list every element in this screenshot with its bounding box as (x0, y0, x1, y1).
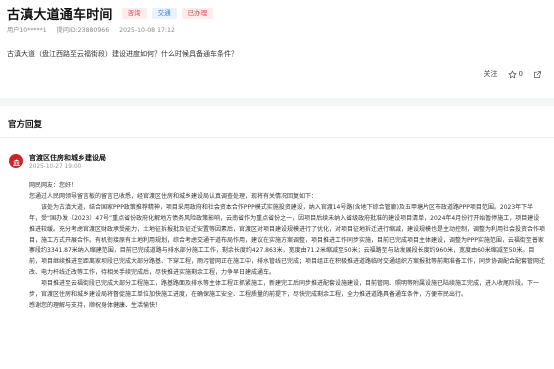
like-count: 0 (518, 70, 523, 78)
org-avatar (9, 154, 23, 168)
reply-greeting: 网民网友：您好！ (29, 182, 78, 189)
user-name: 用户10*****1 (7, 27, 47, 34)
question-header: 古滇大道通车时间 咨询 交通 已办理 用户10*****1 提问ID:23880… (0, 0, 554, 98)
share-button[interactable] (533, 70, 542, 79)
status-badge: 已办理 (181, 8, 214, 19)
section-separator (0, 137, 554, 138)
title-row: 古滇大道通车时间 咨询 交通 已办理 (7, 4, 214, 23)
question-timestamp: 2025-10-08 17:12 (119, 27, 175, 34)
star-icon (507, 70, 517, 79)
question-meta: 用户10*****1 提问ID:23880966 2025-10-08 17:1… (7, 25, 183, 34)
tag-traffic[interactable]: 交通 (151, 8, 177, 19)
reply-section-title: 官方回复 (8, 120, 43, 130)
government-building-icon (12, 152, 21, 171)
reply-closing: 感谢您的理解与支持，顺祝身体健康、生活愉快！ (29, 301, 162, 309)
reply-paragraph: 该处为古滇大道，结合国家PPP政策推荐精神，项目采用政府和社会资本合作PPP模式… (29, 203, 546, 277)
tag-consult[interactable]: 咨询 (121, 8, 147, 19)
reply-body: 网民网友：您好！ 您通过人民网领导留言板的留言已收悉，经官渡区住房和城乡建设局认… (29, 181, 545, 312)
follow-button[interactable]: 关注 (484, 69, 498, 79)
like-button[interactable]: 0 (507, 70, 523, 79)
reply-paragraph: 项目推进至云福街段已完成大部分工程施工，路基路面及排水等主体工程正抓紧施工，新建… (29, 280, 540, 299)
action-bar: 关注 0 (474, 69, 542, 79)
org-name: 官渡区住房和城乡建设局 (29, 154, 106, 162)
question-text: 古滇大道（盘江西路至云福街段）建设进度如何？什么时候具备通车条件？ (7, 50, 238, 58)
share-icon (533, 70, 542, 79)
reply-intro: 您通过人民网领导留言板的留言已收悉，经官渡区住房和城乡建设局认真调查处理，现将有… (29, 192, 318, 200)
page-title: 古滇大道通车时间 (7, 8, 113, 23)
section-divider (0, 98, 554, 106)
question-id: 提问ID:23880966 (56, 27, 110, 34)
reply-date: 2025-10-27 19:00 (29, 164, 82, 170)
